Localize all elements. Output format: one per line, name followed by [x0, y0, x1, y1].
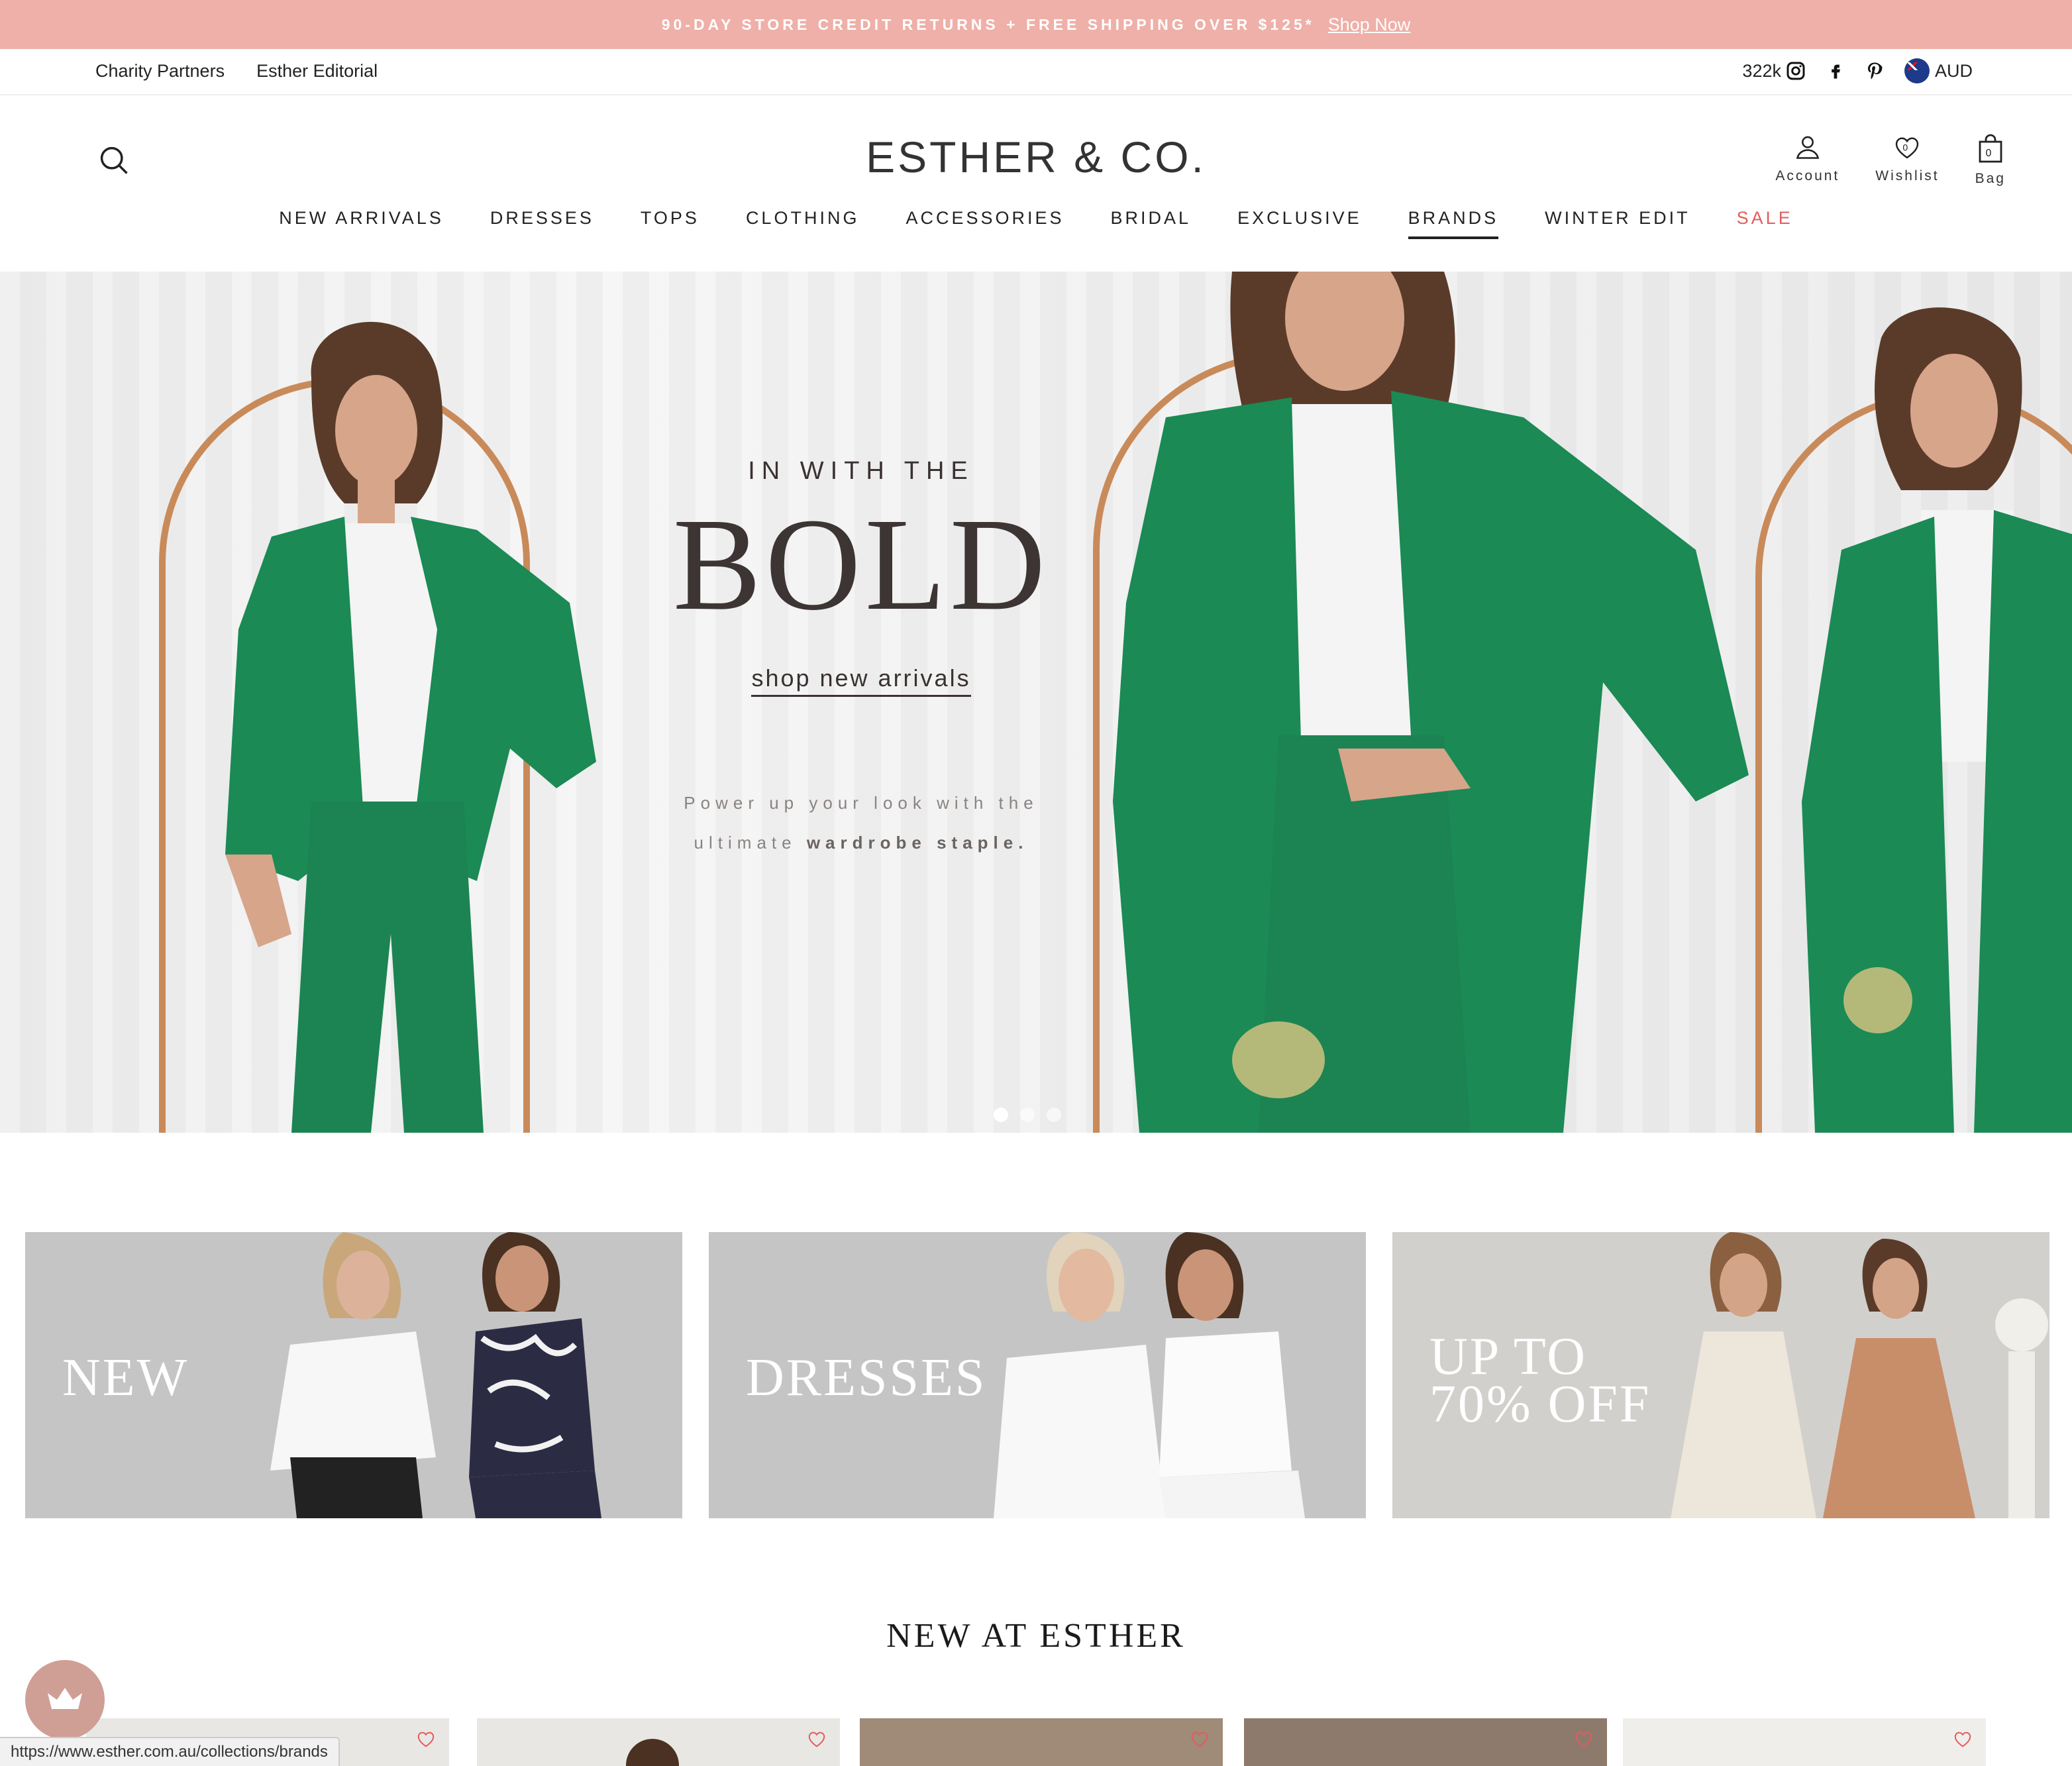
wishlist-heart-icon[interactable] [415, 1729, 437, 1749]
product-carousel [86, 1718, 2047, 1766]
hero-model-image [1113, 272, 1749, 1133]
hero-banner[interactable]: IN WITH THE BOLD shop new arrivals Power… [0, 272, 2072, 1133]
nav-bridal[interactable]: BRIDAL [1111, 208, 1192, 239]
shop-now-link[interactable]: Shop Now [1328, 15, 1411, 35]
nav-sale[interactable]: SALE [1737, 208, 1793, 239]
tile-image [270, 1232, 601, 1518]
nav-winter-edit[interactable]: WINTER EDIT [1545, 208, 1690, 239]
product-card[interactable] [1623, 1718, 1986, 1766]
tile-image [1671, 1232, 2048, 1518]
hero-carousel-dots [994, 1108, 1061, 1122]
crown-icon [48, 1688, 82, 1709]
site-logo[interactable]: ESTHER & CO. [0, 132, 2072, 182]
shop-new-arrivals-link[interactable]: shop new arrivals [751, 664, 971, 697]
hero-copy: IN WITH THE BOLD shop new arrivals Power… [636, 457, 1086, 862]
bag-count: 0 [1985, 148, 1995, 159]
wishlist-count: 0 [1903, 142, 1912, 152]
tile-label-line2: 70% OFF [1429, 1375, 1651, 1433]
account-button[interactable]: Account [1775, 132, 1839, 187]
tile-sale[interactable]: UP TO 70% OFF [1392, 1232, 2049, 1518]
nav-dresses[interactable]: DRESSES [490, 208, 594, 239]
pinterest-icon[interactable] [1865, 60, 1885, 81]
carousel-dot[interactable] [1020, 1108, 1035, 1122]
bag-button[interactable]: 0 Bag [1975, 132, 2006, 187]
instagram-link[interactable]: 322k [1742, 60, 1806, 81]
product-card[interactable] [477, 1718, 840, 1766]
wishlist-label: Wishlist [1875, 168, 1940, 183]
hero-subtitle: Power up your look with the ultimate war… [636, 783, 1086, 862]
product-image [626, 1739, 679, 1766]
new-at-esther-heading: NEW AT ESTHER [886, 1617, 1186, 1655]
currency-selector[interactable]: AUD [1904, 58, 1973, 83]
product-card[interactable] [1244, 1718, 1607, 1766]
carousel-dot[interactable] [1047, 1108, 1061, 1122]
wishlist-heart-icon[interactable] [805, 1729, 828, 1749]
status-bar-url: https://www.esther.com.au/collections/br… [0, 1737, 340, 1766]
announcement-text: 90-DAY STORE CREDIT RETURNS + FREE SHIPP… [661, 15, 1315, 33]
wishlist-heart-icon[interactable] [1188, 1729, 1211, 1749]
hero-subtitle-line2: ultimate wardrobe staple. [694, 833, 1029, 853]
esther-editorial-link[interactable]: Esther Editorial [256, 61, 378, 81]
shopping-bag-icon: 0 [1979, 134, 2002, 163]
category-tiles: NEW DRESSES UP TO 70% OFF [25, 1232, 2049, 1518]
hero-subtitle-emphasis: wardrobe staple. [806, 833, 1029, 853]
heart-icon: 0 [1896, 137, 1919, 159]
facebook-icon[interactable] [1826, 60, 1845, 81]
account-label: Account [1775, 168, 1840, 183]
nav-accessories[interactable]: ACCESSORIES [906, 208, 1064, 239]
nav-exclusive[interactable]: EXCLUSIVE [1237, 208, 1362, 239]
wishlist-button[interactable]: 0 Wishlist [1875, 132, 1939, 187]
instagram-icon [1787, 62, 1805, 80]
nav-new-arrivals[interactable]: NEW ARRIVALS [279, 208, 444, 239]
nav-tops[interactable]: TOPS [641, 208, 699, 239]
tile-label: NEW [62, 1349, 189, 1407]
product-card[interactable] [860, 1718, 1223, 1766]
tile-label: DRESSES [746, 1349, 987, 1407]
hero-title: BOLD [672, 492, 1050, 638]
tile-dresses[interactable]: DRESSES [709, 1232, 1366, 1518]
rewards-button[interactable] [25, 1660, 105, 1740]
nav-clothing[interactable]: CLOTHING [746, 208, 860, 239]
charity-partners-link[interactable]: Charity Partners [95, 61, 225, 81]
carousel-dot[interactable] [994, 1108, 1008, 1122]
nav-brands[interactable]: BRANDS [1408, 208, 1499, 239]
wishlist-heart-icon[interactable] [1951, 1729, 1974, 1749]
hero-subtitle-line1: Power up your look with the [684, 793, 1039, 813]
currency-label: AUD [1934, 60, 1973, 81]
instagram-followers: 322k [1742, 60, 1781, 81]
account-icon [1796, 136, 1820, 159]
site-header: ESTHER & CO. Account 0 Wishlist 0 Bag NE… [0, 95, 2072, 272]
utility-bar: Charity Partners Esther Editorial 322k A… [0, 49, 2072, 95]
hero-model-image [1802, 307, 2072, 1133]
australia-flag-icon [1904, 58, 1930, 83]
tile-new[interactable]: NEW [25, 1232, 682, 1518]
main-nav: NEW ARRIVALS DRESSES TOPS CLOTHING ACCES… [0, 208, 2072, 239]
announcement-bar: 90-DAY STORE CREDIT RETURNS + FREE SHIPP… [0, 0, 2072, 49]
bag-label: Bag [1975, 171, 2006, 186]
wishlist-heart-icon[interactable] [1573, 1729, 1595, 1749]
hero-pretitle: IN WITH THE [748, 457, 974, 485]
